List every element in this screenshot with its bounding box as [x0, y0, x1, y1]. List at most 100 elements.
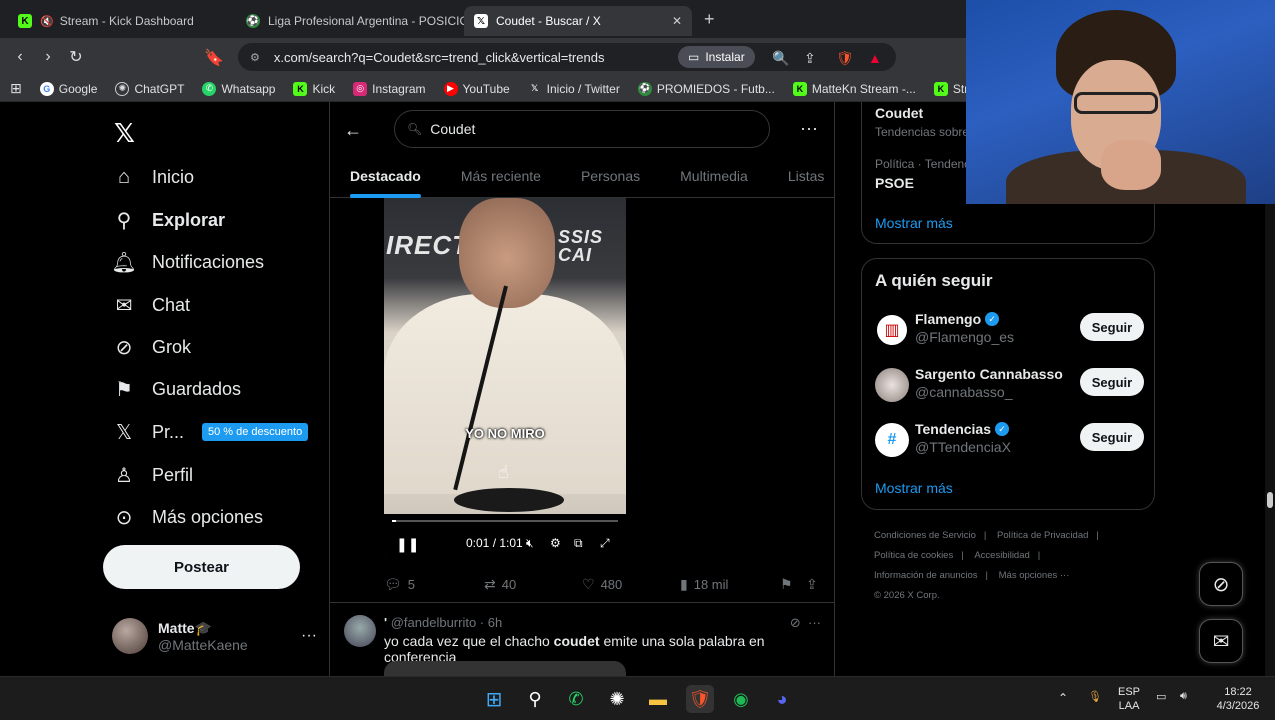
back-button[interactable]: ‹: [6, 48, 34, 66]
brave-shield-icon[interactable]: 🛡: [836, 50, 854, 67]
follow-button[interactable]: Seguir: [1080, 368, 1144, 396]
more-horizontal-icon[interactable]: ···: [808, 615, 821, 630]
input-language[interactable]: ESP LAA: [1118, 685, 1140, 713]
mute-icon[interactable]: 🔇︎: [526, 536, 534, 551]
trend-name[interactable]: Coudet: [875, 105, 923, 121]
address-bar[interactable]: ⚙ x.com/search?q=Coudet&src=trend_click&…: [238, 43, 896, 71]
grok-fab-button[interactable]: ⊘: [1199, 562, 1243, 606]
volume-icon[interactable]: 🔊︎: [1180, 690, 1187, 703]
windows-start-icon[interactable]: ⊞: [480, 685, 508, 713]
share-button[interactable]: ⇪: [806, 576, 824, 593]
nav-item-notificaciones[interactable]: 🔔︎ Notificaciones: [111, 247, 264, 277]
bookmark-chatgpt[interactable]: ✺ ChatGPT: [115, 81, 184, 96]
nav-item-chat[interactable]: ✉ Chat: [112, 290, 190, 320]
messages-fab-button[interactable]: ✉: [1199, 619, 1243, 663]
bookmark-matteknstream[interactable]: K MatteKn Stream -...: [792, 81, 916, 96]
video-progress-bar[interactable]: [392, 520, 618, 522]
follow-suggestion[interactable]: ▥ Flamengo ✓ @Flamengo_es Seguir: [875, 311, 1145, 351]
file-explorer-icon[interactable]: ▬: [644, 685, 672, 713]
grok-icon[interactable]: ⊘: [790, 615, 801, 630]
bookmark-google[interactable]: G Google: [39, 81, 97, 96]
avatar[interactable]: [875, 368, 909, 402]
repost-button[interactable]: ⇄ 40: [484, 576, 516, 593]
nav-item-mas-opciones[interactable]: ⊙ Más opciones: [112, 502, 263, 532]
spotify-icon[interactable]: ◉: [727, 685, 755, 713]
trend-name[interactable]: PSOE: [875, 175, 914, 191]
footer-link[interactable]: Política de cookies: [874, 550, 953, 561]
forward-button[interactable]: ›: [34, 48, 62, 66]
nav-item-premium[interactable]: 𝕏 Pr... 50 % de descuento: [112, 417, 309, 447]
bookmark-youtube[interactable]: ▶ YouTube: [443, 81, 510, 96]
tab-coudet-x[interactable]: 𝕏 Coudet - Buscar / X ✕: [464, 6, 692, 36]
zoom-icon[interactable]: 🔍: [772, 50, 789, 67]
follow-suggestion[interactable]: Sargento Cannabasso @cannabasso_ Seguir: [875, 366, 1145, 406]
brave-browser-icon[interactable]: 🛡: [686, 685, 714, 713]
footer-link[interactable]: Información de anuncios: [874, 570, 978, 581]
account-switcher[interactable]: Matte🎓 @MatteKaene ···: [112, 618, 317, 654]
share-icon[interactable]: ⇪: [804, 50, 816, 67]
footer-link[interactable]: Más opciones ···: [999, 570, 1070, 581]
footer-link[interactable]: Condiciones de Servicio: [874, 530, 976, 541]
bookmark-whatsapp[interactable]: ✆ Whatsapp: [202, 81, 275, 96]
nav-item-perfil[interactable]: ♙ Perfil: [112, 460, 193, 490]
chatgpt-icon[interactable]: ✺: [603, 685, 631, 713]
nav-item-guardados[interactable]: ⚑ Guardados: [112, 374, 241, 404]
search-input[interactable]: 🔍︎ Coudet: [394, 110, 770, 148]
avatar[interactable]: [344, 615, 376, 647]
tab-mas-reciente[interactable]: Más reciente: [461, 154, 541, 198]
install-app-button[interactable]: ▭ Instalar: [678, 46, 755, 68]
views-button[interactable]: ▮ 18 mil: [680, 576, 728, 593]
back-arrow-icon[interactable]: ←: [344, 120, 362, 141]
follow-button[interactable]: Seguir: [1080, 313, 1144, 341]
show-more-link[interactable]: Mostrar más: [875, 215, 953, 231]
hashtag-avatar-icon[interactable]: #: [875, 423, 909, 457]
nav-item-grok[interactable]: ⊘ Grok: [112, 332, 191, 362]
discord-icon[interactable]: ◕: [768, 685, 796, 713]
pip-icon[interactable]: ⧉: [574, 536, 583, 551]
follow-button[interactable]: Seguir: [1080, 423, 1144, 451]
tweet-card[interactable]: ' @fandelburrito · 6h ⊘ ··· yo cada vez …: [330, 602, 834, 676]
bookmark-twitter[interactable]: 𝕏 Inicio / Twitter: [528, 82, 620, 96]
footer-link[interactable]: Política de Privacidad: [997, 530, 1088, 541]
bookmark-instagram[interactable]: ◎ Instagram: [353, 81, 426, 96]
apps-grid-icon[interactable]: ⊞: [10, 80, 22, 97]
reload-button[interactable]: ↻: [62, 47, 90, 67]
bookmark-kick[interactable]: K Kick: [293, 81, 335, 96]
tab-destacado[interactable]: Destacado: [350, 154, 421, 198]
chevron-up-icon[interactable]: ⌃: [1058, 691, 1068, 705]
nav-item-explorar[interactable]: ⚲ Explorar: [112, 205, 225, 235]
brave-rewards-icon[interactable]: ▲: [868, 50, 882, 66]
like-button[interactable]: ♡ 480: [582, 576, 622, 593]
flamengo-avatar[interactable]: ▥: [875, 313, 909, 347]
fullscreen-icon[interactable]: ⤢: [600, 536, 610, 551]
scrollbar-thumb[interactable]: [1267, 492, 1273, 508]
more-horizontal-icon[interactable]: ···: [800, 118, 818, 139]
mute-icon[interactable]: 🔇: [40, 15, 54, 28]
clock[interactable]: 18:22 4/3/2026: [1208, 685, 1268, 713]
follow-suggestion[interactable]: # Tendencias ✓ @TTendenciaX Seguir: [875, 421, 1145, 461]
search-icon[interactable]: ⚲: [521, 685, 549, 713]
bookmark-button[interactable]: ⚑: [780, 576, 799, 593]
close-icon[interactable]: ✕: [672, 14, 682, 28]
x-logo-icon[interactable]: 𝕏: [114, 118, 135, 149]
tab-listas[interactable]: Listas: [788, 154, 825, 198]
post-button[interactable]: Postear: [103, 545, 300, 589]
show-more-link[interactable]: Mostrar más: [875, 480, 953, 496]
tweet-video-player[interactable]: IRECT SSIS CAI YO NO MIRO ☝ ❚❚ 0:01 / 1:…: [384, 198, 626, 564]
microphone-icon[interactable]: 🎙: [1088, 690, 1102, 703]
bookmark-promiedos[interactable]: ⚽ PROMIEDOS - Futb...: [637, 81, 775, 96]
bookmark-page-icon[interactable]: 🔖: [200, 48, 228, 68]
pause-icon[interactable]: ❚❚: [396, 536, 419, 553]
tab-multimedia[interactable]: Multimedia: [680, 154, 748, 198]
nav-item-inicio[interactable]: ⌂ Inicio: [112, 162, 194, 192]
settings-icon[interactable]: ⚙: [550, 536, 561, 550]
reply-button[interactable]: 💬︎ 5: [384, 576, 415, 593]
site-settings-icon[interactable]: ⚙: [250, 51, 260, 64]
tab-liga-profesional[interactable]: ⚽ Liga Profesional Argentina - POSICIO: [236, 6, 464, 36]
tab-personas[interactable]: Personas: [581, 154, 640, 198]
whatsapp-icon[interactable]: ✆: [562, 685, 590, 713]
new-tab-button[interactable]: +: [704, 9, 715, 30]
footer-link[interactable]: Accesibilidad: [974, 550, 1029, 561]
tweet-media[interactable]: [384, 661, 626, 676]
tab-kick-dashboard[interactable]: K 🔇 Stream - Kick Dashboard: [8, 6, 236, 36]
